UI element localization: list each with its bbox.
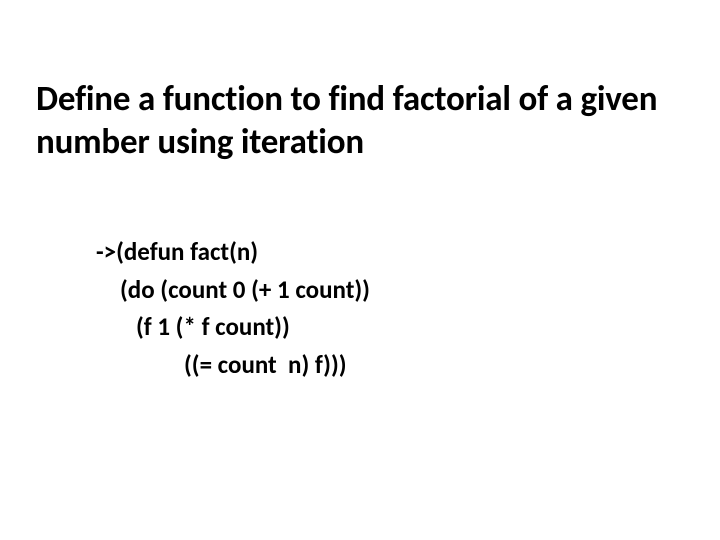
code-line-4: ((= count n) f)))	[96, 346, 684, 384]
slide: Define a function to find factorial of a…	[0, 0, 720, 540]
code-line-1: ->(defun fact(n)	[96, 233, 684, 271]
slide-title: Define a function to find factorial of a…	[36, 78, 684, 163]
code-block: ->(defun fact(n) (do (count 0 (+ 1 count…	[36, 233, 684, 383]
code-line-2: (do (count 0 (+ 1 count))	[96, 271, 684, 309]
code-line-3: (f 1 (* f count))	[96, 308, 684, 346]
